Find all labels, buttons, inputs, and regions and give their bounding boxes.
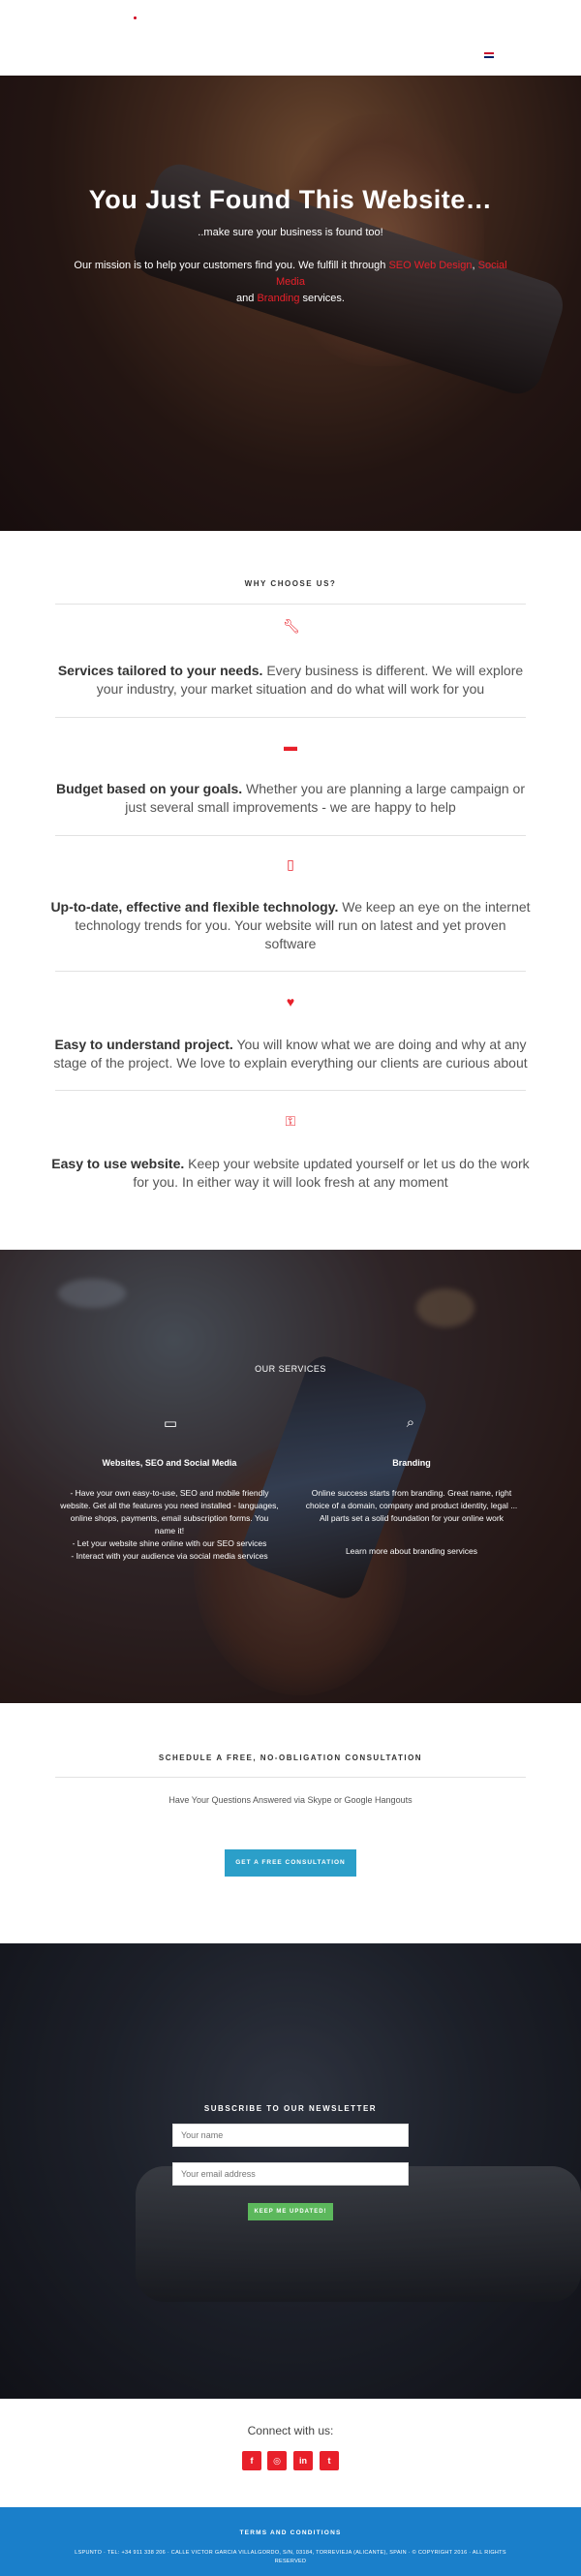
divider bbox=[55, 604, 526, 605]
divider bbox=[55, 717, 526, 718]
feature-bold: Up-to-date, effective and flexible techn… bbox=[50, 899, 339, 915]
service-line: - Let your website shine online with our… bbox=[72, 1538, 267, 1548]
feature-technology: Up-to-date, effective and flexible techn… bbox=[48, 898, 533, 953]
subscribe-button[interactable]: KEEP ME UPDATED! bbox=[248, 2203, 333, 2220]
service-line: website. Get all the features you need i… bbox=[60, 1501, 279, 1510]
consultation-title: SCHEDULE A FREE, NO-OBLIGATION CONSULTAT… bbox=[158, 1754, 423, 1762]
service-line: - Have your own easy-to-use, SEO and mob… bbox=[70, 1488, 269, 1498]
divider bbox=[55, 971, 526, 972]
seo-link[interactable]: SEO bbox=[388, 260, 411, 271]
connect-title: Connect with us: bbox=[247, 2424, 334, 2437]
feature-bold: Easy to understand project. bbox=[54, 1037, 233, 1052]
facebook-icon[interactable]: f bbox=[242, 2451, 261, 2470]
divider bbox=[55, 835, 526, 836]
service-line: - Interact with your audience via social… bbox=[71, 1551, 268, 1561]
hero-mission: Our mission is to help your customers fi… bbox=[58, 258, 523, 307]
monitor-icon: ▭ bbox=[163, 1415, 178, 1432]
service-branding-body: Online success starts from branding. Gre… bbox=[290, 1487, 533, 1525]
feature-easy-project: Easy to understand project. You will kno… bbox=[48, 1036, 533, 1072]
wrench-icon: 🔧︎ bbox=[283, 618, 300, 634]
hero-subtitle: ..make sure your business is found too! bbox=[198, 227, 383, 238]
service-line: choice of a domain, company and product … bbox=[305, 1501, 518, 1510]
mission-suffix: services. bbox=[299, 293, 345, 304]
logo[interactable] bbox=[134, 16, 137, 19]
feature-tailored: Services tailored to your needs. Every b… bbox=[48, 662, 533, 698]
footer-address-line: RESERVED bbox=[274, 2559, 307, 2564]
free-consultation-button[interactable]: GET A FREE CONSULTATION bbox=[225, 1849, 356, 1877]
footer-address-line: LSPUNTO · TEL: +34 911 338 206 · CALLE V… bbox=[75, 2550, 506, 2556]
twitter-icon[interactable]: t bbox=[320, 2451, 339, 2470]
terms-link[interactable]: TERMS AND CONDITIONS bbox=[0, 2529, 581, 2536]
feature-bold: Budget based on your goals. bbox=[56, 781, 243, 796]
why-choose-us-title: WHY CHOOSE US? bbox=[244, 579, 337, 588]
instagram-icon[interactable]: ◎ bbox=[267, 2451, 287, 2470]
newsletter-title: SUBSCRIBE TO OUR NEWSLETTER bbox=[203, 2104, 378, 2113]
heart-icon: ♥ bbox=[286, 994, 295, 1009]
divider bbox=[55, 1777, 526, 1778]
key-icon: ⚿ bbox=[285, 1113, 296, 1129]
name-input[interactable] bbox=[172, 2124, 409, 2147]
linkedin-icon[interactable]: in bbox=[293, 2451, 313, 2470]
services-title: OUR SERVICES bbox=[255, 1364, 326, 1374]
service-websites-heading: Websites, SEO and Social Media bbox=[102, 1458, 237, 1468]
feature-bold: Easy to use website. bbox=[51, 1156, 185, 1171]
branding-learn-more-link[interactable]: Learn more about branding services bbox=[290, 1545, 533, 1558]
service-line: name it! bbox=[154, 1526, 185, 1536]
service-branding-heading: Branding bbox=[392, 1458, 431, 1468]
service-line: online shops, payments, email subscripti… bbox=[70, 1513, 269, 1523]
email-input[interactable] bbox=[172, 2162, 409, 2186]
service-line: All parts set a solid foundation for you… bbox=[320, 1513, 504, 1523]
service-websites-body: - Have your own easy-to-use, SEO and mob… bbox=[48, 1487, 290, 1563]
feature-budget: Budget based on your goals. Whether you … bbox=[48, 780, 533, 817]
mobile-icon: ▯ bbox=[287, 856, 294, 872]
divider bbox=[55, 1090, 526, 1091]
feature-easy-website: Easy to use website. Keep your website u… bbox=[48, 1155, 533, 1192]
search-icon: ⌕ bbox=[406, 1414, 415, 1431]
services-section bbox=[0, 1250, 581, 1703]
mission-text: Our mission is to help your customers fi… bbox=[74, 260, 389, 271]
footer-address: LSPUNTO · TEL: +34 911 338 206 · CALLE V… bbox=[48, 2549, 533, 2566]
web-design-link[interactable]: Web Design bbox=[414, 260, 473, 271]
money-icon: ▬ bbox=[284, 738, 297, 754]
uk-flag-icon[interactable] bbox=[484, 52, 494, 58]
hero-title: You Just Found This Website… bbox=[88, 185, 493, 214]
consultation-subtitle: Have Your Questions Answered via Skype o… bbox=[168, 1795, 413, 1805]
branding-link[interactable]: Branding bbox=[257, 293, 299, 304]
feature-desc: Keep your website updated yourself or le… bbox=[133, 1156, 530, 1190]
mission-and: and bbox=[236, 293, 258, 304]
service-line: Online success starts from branding. Gre… bbox=[311, 1488, 512, 1498]
feature-bold: Services tailored to your needs. bbox=[57, 663, 263, 678]
site-header bbox=[0, 0, 581, 76]
